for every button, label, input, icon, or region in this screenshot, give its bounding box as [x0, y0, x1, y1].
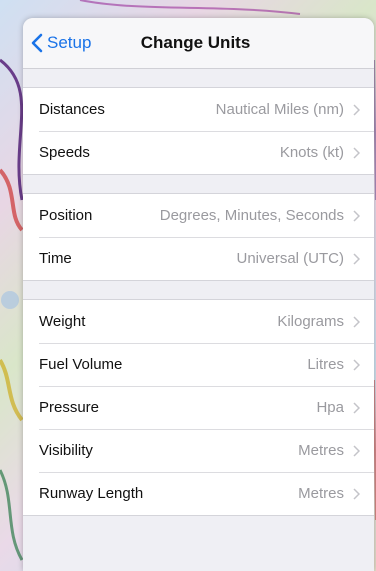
chevron-right-icon: [353, 315, 360, 328]
row-value: Knots (kt): [279, 144, 344, 161]
screen: Setup Change Units Distances Nautical Mi…: [0, 0, 376, 571]
row-label: Runway Length: [39, 485, 144, 502]
row-distances[interactable]: Distances Nautical Miles (nm): [23, 88, 374, 131]
chevron-right-icon: [353, 146, 360, 159]
row-label: Distances: [39, 101, 105, 118]
row-speeds[interactable]: Speeds Knots (kt): [23, 131, 374, 174]
units-group-position-time: Position Degrees, Minutes, Seconds Time …: [23, 193, 374, 281]
row-position[interactable]: Position Degrees, Minutes, Seconds: [23, 194, 374, 237]
chevron-right-icon: [353, 444, 360, 457]
row-pressure[interactable]: Pressure Hpa: [23, 386, 374, 429]
row-label: Fuel Volume: [39, 356, 123, 373]
row-visibility[interactable]: Visibility Metres: [23, 429, 374, 472]
page-title: Change Units: [140, 33, 251, 52]
row-value: Hpa: [316, 399, 344, 416]
row-label: Speeds: [39, 144, 90, 161]
change-units-sheet: Setup Change Units Distances Nautical Mi…: [23, 18, 374, 571]
chevron-right-icon: [353, 103, 360, 116]
row-label: Visibility: [39, 442, 93, 459]
row-label: Time: [39, 250, 72, 267]
row-label: Position: [39, 207, 93, 224]
row-value: Kilograms: [277, 313, 344, 330]
row-time[interactable]: Time Universal (UTC): [23, 237, 374, 280]
row-value: Metres: [298, 442, 344, 459]
row-value: Universal (UTC): [236, 250, 344, 267]
units-group-distance-speed: Distances Nautical Miles (nm) Speeds Kno…: [23, 87, 374, 175]
row-value: Nautical Miles (nm): [215, 101, 344, 118]
units-group-measures: Weight Kilograms Fuel Volume Litres Pres…: [23, 299, 374, 516]
row-value: Metres: [298, 485, 344, 502]
row-value: Degrees, Minutes, Seconds: [159, 207, 344, 224]
chevron-right-icon: [353, 252, 360, 265]
chevron-right-icon: [353, 487, 360, 500]
row-fuel-volume[interactable]: Fuel Volume Litres: [23, 343, 374, 386]
chevron-right-icon: [353, 358, 360, 371]
row-label: Weight: [39, 313, 86, 330]
navigation-bar: Setup Change Units: [23, 18, 374, 69]
row-weight[interactable]: Weight Kilograms: [23, 300, 374, 343]
chevron-right-icon: [353, 209, 360, 222]
row-label: Pressure: [39, 399, 100, 416]
row-runway-length[interactable]: Runway Length Metres: [23, 472, 374, 515]
row-value: Litres: [307, 356, 344, 373]
chevron-right-icon: [353, 401, 360, 414]
